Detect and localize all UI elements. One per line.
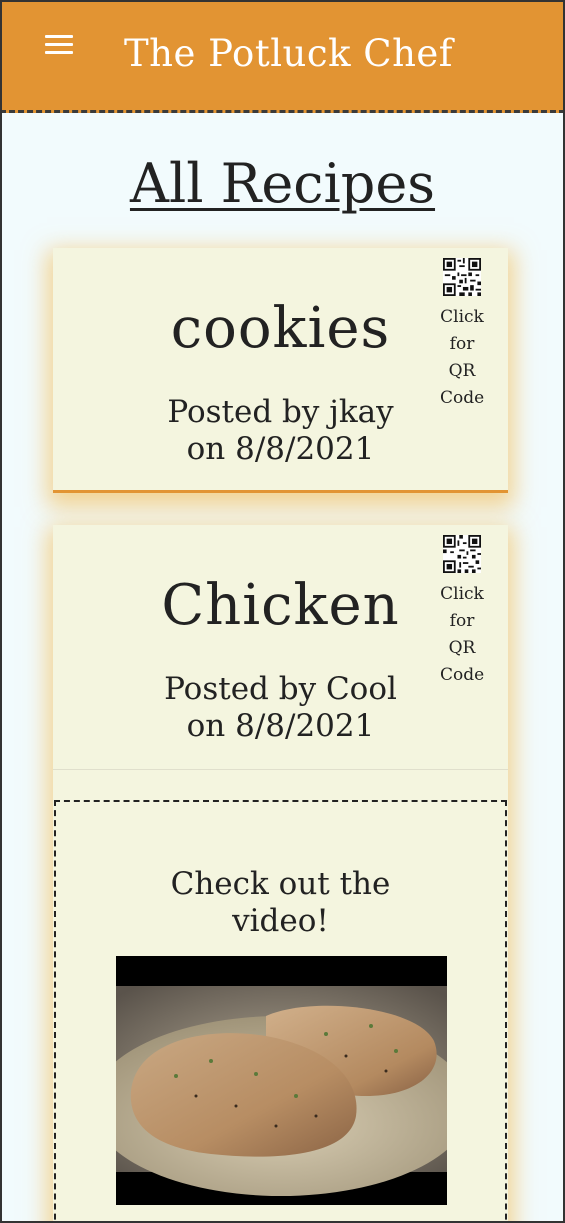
qr-label-line: for xyxy=(449,334,475,354)
qr-code-icon xyxy=(443,258,481,296)
recipe-card[interactable]: cookies Posted by jkay on 8/8/2021 Click… xyxy=(53,248,508,493)
video-heading-line: Check out the xyxy=(170,866,391,902)
recipe-card[interactable]: Chicken Posted by Cool on 8/8/2021 Click… xyxy=(53,525,508,1223)
qr-label: Click for QR Code xyxy=(440,581,484,689)
qr-label-line: Click xyxy=(440,584,484,604)
video-section: Check out the video! xyxy=(54,800,507,1223)
recipe-video-player[interactable] xyxy=(116,956,447,1205)
qr-label: Click for QR Code xyxy=(440,304,484,412)
posted-date: on 8/8/2021 xyxy=(186,708,375,744)
video-thumbnail-image xyxy=(116,956,447,1205)
page-title: All Recipes xyxy=(129,152,436,215)
brand-title[interactable]: The Potluck Chef xyxy=(0,32,565,75)
qr-label-line: QR xyxy=(448,361,476,381)
posted-date: on 8/8/2021 xyxy=(186,431,375,467)
video-heading-line: video! xyxy=(232,903,329,939)
navbar: The Potluck Chef xyxy=(0,0,565,113)
qr-label-line: Code xyxy=(440,665,485,685)
qr-label-line: Click xyxy=(440,307,484,327)
qr-label-line: for xyxy=(449,611,475,631)
video-heading: Check out the video! xyxy=(56,866,505,940)
recipe-card-header: cookies Posted by jkay on 8/8/2021 Click… xyxy=(53,248,508,493)
qr-code-button[interactable]: Click for QR Code xyxy=(440,258,484,412)
qr-label-line: Code xyxy=(440,388,485,408)
qr-code-button[interactable]: Click for QR Code xyxy=(440,535,484,689)
qr-code-icon xyxy=(443,535,481,573)
recipe-card-header: Chicken Posted by Cool on 8/8/2021 Click… xyxy=(53,525,508,770)
qr-label-line: QR xyxy=(448,638,476,658)
